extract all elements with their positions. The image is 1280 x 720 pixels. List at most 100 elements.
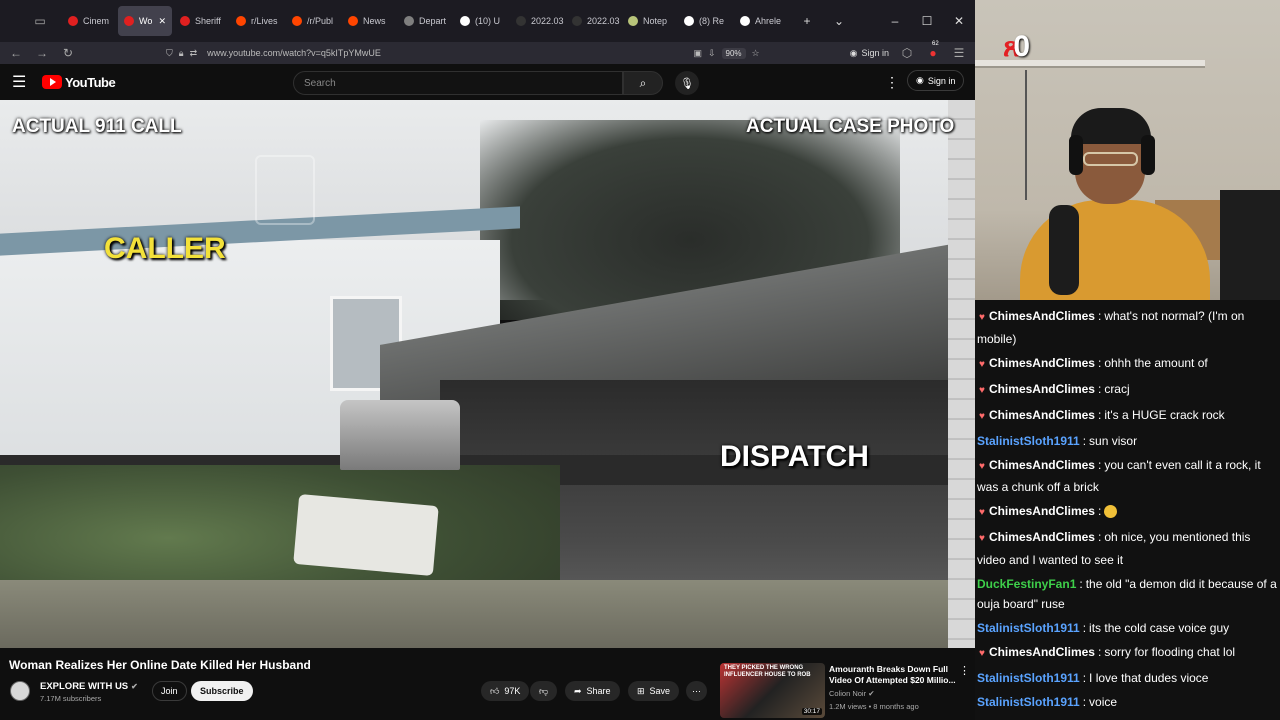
overlay-case-photo: ACTUAL CASE PHOTO <box>746 116 955 137</box>
chat-message: ♥ ChimesAndClimes: sorry for flooding chat… <box>977 642 1278 665</box>
lock-icon[interactable]: 🔒︎ <box>179 48 184 59</box>
browser-tab[interactable]: r/Lives <box>230 6 284 36</box>
recommended-channel-text[interactable]: Colion Noir <box>829 689 866 698</box>
voice-search-button[interactable]: 🎙︎ <box>675 71 699 95</box>
browser-tab[interactable]: 2022.03.17 <box>510 6 564 36</box>
search-button[interactable]: ⌕ <box>623 71 663 95</box>
channel-watermark-logo <box>255 155 315 225</box>
maximize-icon[interactable]: ☐ <box>911 14 943 28</box>
channel-name-text[interactable]: EXPLORE WITH US <box>40 681 128 692</box>
close-window-icon[interactable]: ✕ <box>943 14 975 28</box>
thumbs-up-icon: 👍︎ <box>490 685 500 696</box>
browser-sign-in-label: Sign in <box>861 48 889 58</box>
addon-badge-icon[interactable]: ● 62 <box>925 41 941 60</box>
settings-kebab-icon[interactable]: ⋮ <box>885 74 899 91</box>
chat-username[interactable]: DuckFestinyFan1 <box>977 577 1076 591</box>
chat-username[interactable]: StalinistSloth1911 <box>977 671 1080 685</box>
tab-favicon-icon <box>292 16 302 26</box>
webcam-feed: ጸ 0 <box>975 0 1280 300</box>
app-menu-icon[interactable]: ☰ <box>951 46 967 60</box>
chat-username[interactable]: ChimesAndClimes <box>989 645 1095 659</box>
zoom-level[interactable]: 90% <box>721 47 746 59</box>
video-player[interactable]: ACTUAL 911 CALL ACTUAL CASE PHOTO CALLER… <box>0 100 975 648</box>
addon-badge-count: 62 <box>932 41 939 47</box>
download-icon[interactable]: ⇩ <box>708 48 716 59</box>
browser-sign-in[interactable]: ◉ Sign in <box>850 48 889 59</box>
extensions-icon[interactable]: ⬡ <box>899 46 915 60</box>
chat-username[interactable]: ChimesAndClimes <box>989 458 1095 472</box>
youtube-logo-text: YouTube <box>65 74 116 90</box>
tab-label: (8) Re <box>699 16 725 26</box>
reader-view-icon[interactable]: ▣ <box>693 48 702 59</box>
microphone-icon: 🎙︎ <box>680 77 694 90</box>
browser-tab[interactable]: 2022.03.17 <box>566 6 620 36</box>
save-button[interactable]: ⊞ Save <box>628 681 680 701</box>
tab-label: Depart <box>419 16 447 26</box>
browser-tab[interactable]: (10) U <box>454 6 508 36</box>
tab-overview-icon[interactable]: ▭ <box>32 14 48 28</box>
recommended-video-channel[interactable]: Colion Noir ✔ <box>829 689 875 698</box>
url-text[interactable]: www.youtube.com/watch?v=q5kITpYMwUE <box>207 48 381 58</box>
browser-tab[interactable]: News <box>342 6 396 36</box>
tab-label: Notep <box>643 16 668 26</box>
chat-username[interactable]: ChimesAndClimes <box>989 309 1095 323</box>
channel-avatar[interactable] <box>10 681 30 701</box>
close-tab-icon[interactable]: ✕ <box>158 16 166 27</box>
browser-tab[interactable]: Sheriff <box>174 6 228 36</box>
browser-tab[interactable]: /r/Publ <box>286 6 340 36</box>
address-bar[interactable]: ⛉ 🔒︎ ⇄ www.youtube.com/watch?v=q5kITpYMw… <box>166 44 760 62</box>
search-input[interactable] <box>293 71 623 95</box>
chat-username[interactable]: ChimesAndClimes <box>989 408 1095 422</box>
youtube-logo[interactable]: YouTube <box>42 74 116 90</box>
flushed-emoji-icon <box>1104 505 1118 519</box>
chat-separator: : <box>1097 457 1102 472</box>
cable <box>1025 70 1027 200</box>
dislike-button[interactable]: 👎︎ <box>530 681 558 701</box>
back-icon[interactable]: ← <box>8 46 24 60</box>
browser-tab[interactable]: (8) Re <box>678 6 732 36</box>
shield-icon[interactable]: ⛉ <box>166 48 173 59</box>
video-title: Woman Realizes Her Online Date Killed He… <box>9 658 311 672</box>
forward-icon[interactable]: → <box>34 46 50 60</box>
browser-tab[interactable]: Wo ✕ <box>118 6 172 36</box>
chat-message: StalinistSloth1911: its the cold case voi… <box>977 618 1278 639</box>
join-button[interactable]: Join <box>152 681 187 701</box>
recommended-video-thumbnail[interactable]: THEY PICKED THE WRONG INFLUENCER HOUSE T… <box>720 663 825 718</box>
browser-tab[interactable]: Ahrele <box>734 6 788 36</box>
browser-tab[interactable]: Depart <box>398 6 452 36</box>
chat-separator: : <box>1097 309 1102 323</box>
bookmark-star-icon[interactable]: ☆ <box>752 48 760 59</box>
share-button[interactable]: ➦ Share <box>565 681 620 701</box>
verified-icon: ✔ <box>868 689 875 698</box>
overlay-caller: CALLER <box>104 232 226 265</box>
chat-username[interactable]: StalinistSloth1911 <box>977 434 1080 448</box>
chat-username[interactable]: ChimesAndClimes <box>989 356 1095 370</box>
recommended-video-title[interactable]: Amouranth Breaks Down Full Video Of Atte… <box>829 664 957 686</box>
permissions-icon[interactable]: ⇄ <box>190 48 198 59</box>
youtube-sign-in-button[interactable]: ◉ Sign in <box>907 70 965 91</box>
guide-menu-icon[interactable]: ☰ <box>12 72 32 92</box>
tab-label: News <box>363 16 386 26</box>
recommended-video-menu-icon[interactable]: ⋮ <box>959 664 970 677</box>
chat-text: sorry for flooding chat lol <box>1104 645 1236 659</box>
reload-icon[interactable]: ↻ <box>60 46 76 60</box>
browser-tab[interactable]: Notep <box>622 6 676 36</box>
channel-name[interactable]: EXPLORE WITH US ✔ <box>40 681 138 692</box>
chat-username[interactable]: StalinistSloth1911 <box>977 621 1080 635</box>
heart-badge-icon: ♥ <box>979 312 985 323</box>
more-actions-button[interactable]: ⋯ <box>686 681 707 701</box>
streamer-cap <box>1071 108 1151 144</box>
chat-message: DuckFestinyFan1: the old "a demon did it … <box>977 574 1278 615</box>
chat-username[interactable]: ChimesAndClimes <box>989 530 1095 544</box>
browser-tab[interactable]: Cinem <box>62 6 116 36</box>
chat-username[interactable]: ChimesAndClimes <box>989 382 1095 396</box>
like-count: 97K <box>504 686 521 696</box>
like-button[interactable]: 👍︎ 97K <box>481 681 530 701</box>
new-tab-icon[interactable]: + <box>791 14 823 28</box>
chat-message: StalinistSloth1911: sun visor <box>977 431 1278 452</box>
chat-username[interactable]: StalinistSloth1911 <box>977 695 1080 709</box>
minimize-icon[interactable]: – <box>879 14 911 28</box>
subscribe-button[interactable]: Subscribe <box>191 681 253 701</box>
tab-list-icon[interactable]: ⌄ <box>823 14 855 28</box>
chat-username[interactable]: ChimesAndClimes <box>989 504 1095 518</box>
